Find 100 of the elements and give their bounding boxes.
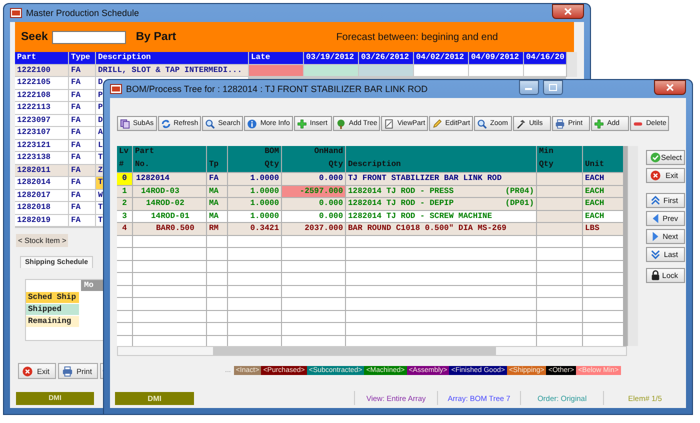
column-header[interactable]: Type (69, 52, 95, 64)
table-cell: FA (69, 152, 95, 164)
close-icon (22, 366, 33, 376)
table-cell: 1222113 (15, 102, 68, 114)
seek-field[interactable] (52, 30, 126, 44)
hammer-icon (516, 118, 526, 128)
minimize-icon (525, 85, 532, 90)
column-header[interactable]: Unit (583, 146, 623, 172)
table-cell: 1282011 (15, 164, 68, 176)
search-icon (477, 118, 488, 128)
scrollbar[interactable] (117, 346, 627, 356)
table-cell: DRILL, SLOT & TAP INTERMEDI... (96, 64, 248, 76)
refresh-icon (160, 118, 171, 128)
table-cell: FA (69, 164, 95, 176)
column-header[interactable]: BOM Qty (228, 146, 281, 172)
column-header[interactable]: OnHand Qty (282, 146, 345, 172)
grid-row-label: Sched Ship (26, 292, 79, 303)
plus-icon (296, 118, 307, 128)
by-part-label: By Part (136, 31, 176, 43)
table-cell: FA (69, 127, 95, 138)
table-cell: 0.000 (282, 210, 345, 222)
close-button[interactable] (654, 80, 686, 95)
table-cell: 0.3421 (228, 223, 281, 234)
table-cell (537, 223, 582, 234)
grid-row-label: Remaining (26, 316, 79, 327)
table-cell: 1222108 (15, 90, 68, 101)
table-cell: MA (207, 198, 227, 210)
table-cell: LBS (583, 223, 623, 234)
table-cell: BAR0.500 (133, 223, 206, 234)
column-header[interactable]: Part No. (133, 146, 206, 172)
table-cell (537, 210, 582, 222)
column-header[interactable]: Tp (207, 146, 227, 172)
column-header[interactable]: 04/09/2012 (469, 52, 523, 64)
table-cell: 1282018 (15, 202, 68, 214)
table-cell (537, 173, 582, 184)
table-cell: FA (69, 214, 95, 226)
pages-icon (120, 118, 130, 128)
table-cell: 1282014 TJ ROD - DEPIP (DP01) (346, 198, 536, 210)
scrollbar[interactable] (627, 146, 638, 346)
maximize-button[interactable] (542, 80, 563, 95)
column-header[interactable]: 04/02/2012 (414, 52, 468, 64)
table-cell: 1282017 (15, 190, 68, 201)
column-header[interactable]: Lv # (117, 146, 132, 172)
close-icon (650, 170, 661, 181)
close-icon (666, 84, 674, 91)
table-cell: 1.0000 (228, 186, 281, 197)
double-up-arrow-icon (650, 195, 661, 206)
table-cell (537, 186, 582, 197)
table-cell: 2037.000 (282, 223, 345, 234)
info-icon (247, 118, 258, 128)
table-cell: FA (69, 114, 95, 126)
table-cell (537, 198, 582, 210)
grid-row-label: Shipped (26, 304, 79, 315)
table-cell: FA (69, 140, 95, 151)
print-icon (62, 366, 73, 376)
table-cell: 1282014 TJ ROD - SCREW MACHINE (346, 210, 536, 222)
check-icon (650, 152, 661, 163)
table-cell: 14ROD-01 (133, 210, 206, 222)
column-header[interactable]: 04/16/20 (524, 52, 566, 64)
table-cell: EACH (583, 210, 623, 222)
column-header[interactable]: Late (249, 52, 303, 64)
table-cell: 0 (117, 173, 132, 184)
column-header[interactable]: Min Qty (537, 146, 582, 172)
table-cell: EACH (583, 173, 623, 184)
table-cell: 4 (117, 223, 132, 234)
table-cell: BAR ROUND C1018 0.500" DIA MS-269 (346, 223, 536, 234)
column-header[interactable]: Part (15, 52, 68, 64)
column-header[interactable]: Description (346, 146, 536, 172)
minimize-button[interactable] (518, 80, 539, 95)
table-cell: -2597.000 (282, 186, 345, 197)
column-header[interactable]: 03/26/2012 (359, 52, 413, 64)
table-cell: 1223097 (15, 114, 68, 126)
maximize-icon (548, 84, 557, 91)
table-cell: 2 (117, 198, 132, 210)
table-cell: 14ROD-02 (133, 198, 206, 210)
table-cell: 1.0000 (228, 210, 281, 222)
table-cell: MA (207, 210, 227, 222)
table-cell: 1.0000 (228, 173, 281, 184)
table-cell: 3 (117, 210, 132, 222)
table-cell: 1.0000 (228, 198, 281, 210)
close-icon (564, 8, 572, 15)
search-icon (205, 118, 216, 128)
table-cell: FA (69, 202, 95, 214)
tree-icon (336, 118, 346, 128)
pencil-icon (432, 118, 442, 128)
table-cell: RM (207, 223, 227, 234)
forecast-label: Forecast between: begining and end (336, 32, 498, 42)
close-button[interactable] (552, 4, 584, 19)
table-cell: 1223138 (15, 152, 68, 164)
table-cell: 1282019 (15, 214, 68, 226)
table-cell: 1282014 (133, 173, 206, 184)
app-icon (10, 8, 22, 18)
table-cell: 1282014 TJ ROD - PRESS (PR04) (346, 186, 536, 197)
scrollbar[interactable] (566, 52, 577, 77)
table-cell: FA (69, 90, 95, 101)
column-header[interactable]: Description (96, 52, 248, 64)
table-cell: 0.000 (282, 173, 345, 184)
left-arrow-icon (650, 213, 661, 224)
table-cell: 0.000 (282, 198, 345, 210)
column-header[interactable]: 03/19/2012 (304, 52, 358, 64)
